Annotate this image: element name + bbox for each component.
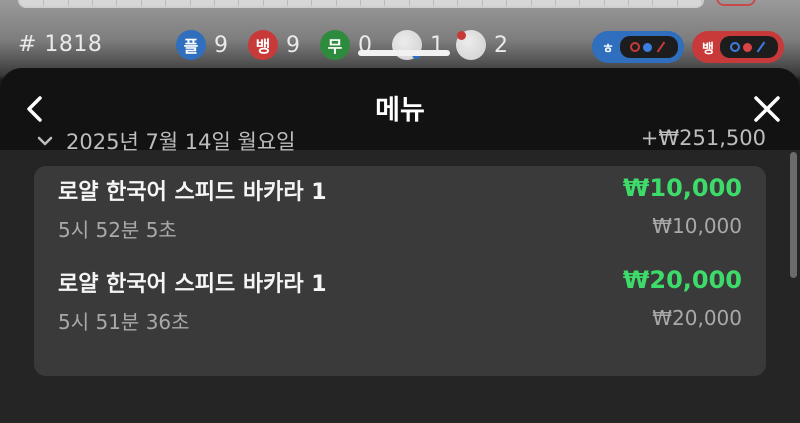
banker-predict-icons [719,36,778,58]
banker-predict-button[interactable]: 뱅 [692,31,784,63]
bet-history-item[interactable]: 로얄 한국어 스피드 바카라 1 ₩20,000 5시 51분 36초 ₩20,… [34,258,766,348]
player-predict-button[interactable]: ㅎ [592,31,684,63]
roadmap-toggle[interactable] [716,0,756,6]
slash-icon [657,41,666,53]
date-label: 2025년 7월 14일 월요일 [66,130,296,154]
banker-pair-icon [456,30,486,60]
bet-stake: ₩20,000 [652,306,742,330]
bet-stake: ₩10,000 [652,214,742,238]
banker-pair-stat: 2 [456,30,508,60]
player-win-stat: 플 9 [176,30,228,60]
bet-game-name: 로얄 한국어 스피드 바카라 1 [58,180,327,205]
banker-win-stat: 뱅 9 [248,30,300,60]
bet-win-amount: ₩10,000 [622,174,742,202]
bet-history-item[interactable]: 로얄 한국어 스피드 바카라 1 ₩10,000 5시 52분 5초 ₩10,0… [34,166,766,256]
menu-sheet: 메뉴 2025년 7월 14일 월요일 +₩251,500 로얄 한국어 스피드… [0,68,800,423]
player-dot-icon [643,42,653,52]
banker-predict-label: 뱅 [702,41,714,57]
menu-title: 메뉴 [375,95,425,126]
banker-ring-icon [630,42,641,52]
tie-badge: 무 [320,30,350,60]
banker-pair-count: 2 [494,32,508,58]
player-ring-icon [730,42,741,52]
day-total: +₩251,500 [640,126,766,150]
chevron-down-icon [37,136,53,146]
slash-icon [757,41,766,53]
app-root: # 1818 플 9 뱅 9 무 0 1 2 ㅎ 뱅 메뉴 2025년 7월 1… [0,0,800,423]
player-badge: 플 [176,30,206,60]
player-predict-label: ㅎ [602,41,614,57]
banker-dot-icon [743,42,753,52]
bet-win-amount: ₩20,000 [622,266,742,294]
player-win-count: 9 [214,32,228,58]
game-stats-bar: # 1818 플 9 뱅 9 무 0 1 2 ㅎ 뱅 [0,26,800,64]
close-icon [754,96,780,122]
banker-badge: 뱅 [248,30,278,60]
bet-time: 5시 51분 36초 [58,310,190,334]
bet-game-name: 로얄 한국어 스피드 바카라 1 [58,272,327,297]
scrollbar[interactable] [790,152,797,278]
date-group-header[interactable]: 2025년 7월 14일 월요일 +₩251,500 [34,124,766,158]
banker-win-count: 9 [286,32,300,58]
round-number: # 1818 [18,32,103,57]
bet-history-card: 로얄 한국어 스피드 바카라 1 ₩10,000 5시 52분 5초 ₩10,0… [34,166,766,376]
player-predict-icons [619,36,678,58]
sheet-drag-handle[interactable] [358,50,450,56]
close-button[interactable] [750,92,784,126]
bead-road [18,0,704,8]
bet-time: 5시 52분 5초 [58,218,177,242]
